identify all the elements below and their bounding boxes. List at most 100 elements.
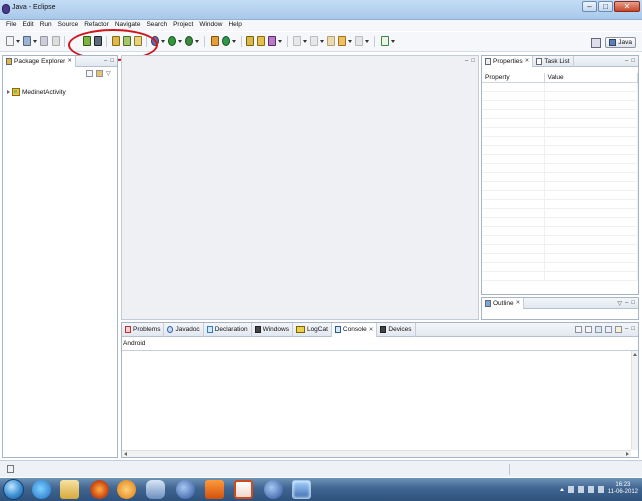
menu-window[interactable]: Window	[196, 20, 225, 31]
view-menu-icon[interactable]: ▽	[617, 300, 622, 307]
tab-logcat[interactable]: LogCat	[293, 322, 332, 337]
open-perspective-icon[interactable]	[591, 37, 602, 48]
menu-project[interactable]: Project	[170, 20, 196, 31]
minimize-editor-icon[interactable]: –	[465, 58, 468, 64]
view-menu-icon[interactable]: ▽	[106, 70, 113, 77]
tab-declaration[interactable]: Declaration	[204, 322, 252, 337]
back-icon[interactable]	[338, 36, 346, 46]
new-icon[interactable]	[6, 36, 14, 46]
checklist-icon[interactable]	[381, 36, 389, 46]
minimize-view-icon[interactable]: –	[625, 300, 628, 307]
minimize-view-icon[interactable]: –	[625, 58, 628, 64]
save-icon[interactable]	[23, 36, 31, 46]
display-console-icon[interactable]	[605, 326, 613, 333]
volume-icon[interactable]	[597, 485, 604, 493]
print-icon[interactable]	[52, 36, 60, 46]
expand-arrow-icon[interactable]	[7, 90, 10, 94]
column-header-value[interactable]: Value	[544, 73, 638, 83]
minimize-button[interactable]: –	[582, 1, 597, 12]
search-icon[interactable]	[268, 36, 276, 46]
tab-properties[interactable]: Properties ✕	[482, 55, 534, 67]
clock[interactable]: 16:23 11-06-2012	[608, 482, 638, 496]
editor-area[interactable]: – □	[121, 55, 479, 320]
tree-item[interactable]: MedinetActivity	[7, 88, 66, 96]
java-perspective-button[interactable]: Java	[605, 37, 636, 48]
clear-console-icon[interactable]	[575, 326, 583, 333]
new-java-package-icon[interactable]	[211, 36, 219, 46]
checklist-dropdown-icon[interactable]	[391, 40, 395, 43]
open-console-icon[interactable]	[615, 326, 623, 333]
media-player-icon[interactable]	[117, 480, 136, 499]
forward-dropdown-icon[interactable]	[365, 40, 369, 43]
run-icon[interactable]	[168, 36, 176, 46]
scroll-up-icon[interactable]	[633, 353, 637, 356]
previous-annotation-dropdown-icon[interactable]	[320, 40, 324, 43]
menu-search[interactable]: Search	[143, 20, 170, 31]
powerpoint-icon[interactable]	[234, 480, 253, 499]
maximize-editor-icon[interactable]: □	[471, 58, 475, 64]
close-icon[interactable]: ✕	[525, 58, 530, 64]
menu-run[interactable]: Run	[37, 20, 55, 31]
forward-icon[interactable]	[355, 36, 363, 46]
run-dropdown-icon[interactable]	[178, 40, 182, 43]
battery-icon[interactable]	[587, 485, 594, 493]
show-hidden-icons-icon[interactable]	[559, 487, 564, 491]
new-java-class-icon[interactable]	[222, 36, 230, 46]
search-dropdown-icon[interactable]	[278, 40, 282, 43]
scroll-left-icon[interactable]	[124, 452, 127, 456]
virtualbox-icon[interactable]	[146, 480, 165, 499]
close-icon[interactable]: ✕	[369, 327, 374, 333]
open-type-icon[interactable]	[246, 36, 254, 46]
horizontal-scrollbar[interactable]	[122, 450, 631, 457]
fast-view-icon[interactable]	[7, 465, 14, 473]
tab-problems[interactable]: Problems	[122, 322, 165, 337]
external-tools-icon[interactable]	[185, 36, 193, 46]
collapse-all-icon[interactable]	[86, 70, 93, 77]
new-dropdown-icon[interactable]	[16, 40, 20, 43]
menu-source[interactable]: Source	[55, 20, 82, 31]
debug-dropdown-icon[interactable]	[161, 40, 165, 43]
close-icon[interactable]: ✕	[516, 300, 521, 306]
network-icon[interactable]	[567, 485, 574, 493]
tab-console[interactable]: Console ✕	[331, 322, 378, 337]
back-dropdown-icon[interactable]	[348, 40, 352, 43]
eclipse-icon[interactable]	[292, 480, 311, 499]
vertical-scrollbar[interactable]	[631, 351, 638, 450]
tab-devices[interactable]: Devices	[377, 322, 416, 337]
scroll-lock-icon[interactable]	[585, 326, 593, 333]
pin-console-icon[interactable]	[595, 326, 603, 333]
tab-package-explorer[interactable]: Package Explorer ✕	[3, 55, 76, 67]
close-icon[interactable]: ✕	[67, 58, 72, 64]
start-button[interactable]	[3, 479, 24, 500]
maximize-view-icon[interactable]: □	[631, 326, 635, 333]
maximize-view-icon[interactable]: □	[631, 58, 635, 64]
explorer-icon[interactable]	[60, 480, 79, 499]
new-class-dropdown-icon[interactable]	[232, 40, 236, 43]
last-edit-location-icon[interactable]	[327, 36, 335, 46]
close-button[interactable]: ✕	[614, 1, 640, 12]
action-center-icon[interactable]	[577, 485, 584, 493]
minimize-view-icon[interactable]: –	[104, 58, 107, 64]
firefox-icon[interactable]	[90, 480, 109, 499]
column-header-property[interactable]: Property	[482, 73, 545, 83]
open-task-icon[interactable]	[257, 36, 265, 46]
save-all-icon[interactable]	[40, 36, 48, 46]
minimize-view-icon[interactable]: –	[625, 326, 628, 333]
external-tools-dropdown-icon[interactable]	[195, 40, 199, 43]
globe-icon[interactable]	[176, 480, 195, 499]
link-with-editor-icon[interactable]	[96, 70, 103, 77]
next-annotation-icon[interactable]	[293, 36, 301, 46]
xampp-icon[interactable]	[205, 480, 224, 499]
menu-edit[interactable]: Edit	[19, 20, 36, 31]
previous-annotation-icon[interactable]	[310, 36, 318, 46]
tab-javadoc[interactable]: Javadoc	[164, 322, 204, 337]
scroll-right-icon[interactable]	[626, 452, 629, 456]
maximize-button[interactable]: □	[598, 1, 613, 12]
menu-file[interactable]: File	[3, 20, 19, 31]
maximize-view-icon[interactable]: □	[110, 58, 114, 64]
maximize-view-icon[interactable]: □	[631, 300, 635, 307]
tab-task-list[interactable]: Task List	[533, 55, 574, 67]
menu-help[interactable]: Help	[225, 20, 244, 31]
next-annotation-dropdown-icon[interactable]	[303, 40, 307, 43]
ie-icon[interactable]	[32, 480, 51, 499]
